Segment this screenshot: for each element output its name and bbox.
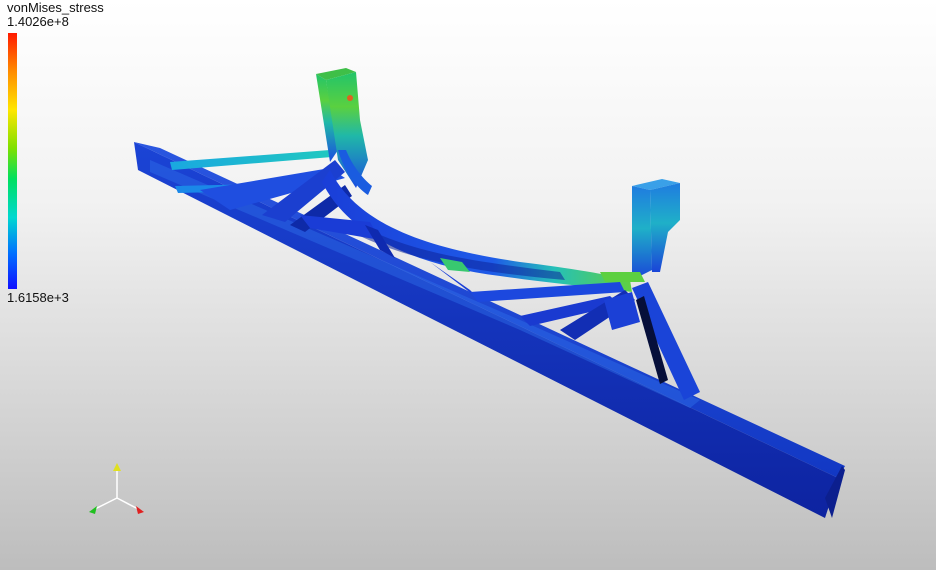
right-post [600,179,680,282]
z-axis-arrow [89,506,97,514]
3d-viewport[interactable]: vonMises_stress 1.4026e+8 1.6158e+3 [0,0,936,570]
z-axis-line [92,497,118,511]
y-axis-arrow [113,463,121,471]
axes-triad[interactable] [84,460,150,520]
x-axis-arrow [136,506,144,514]
